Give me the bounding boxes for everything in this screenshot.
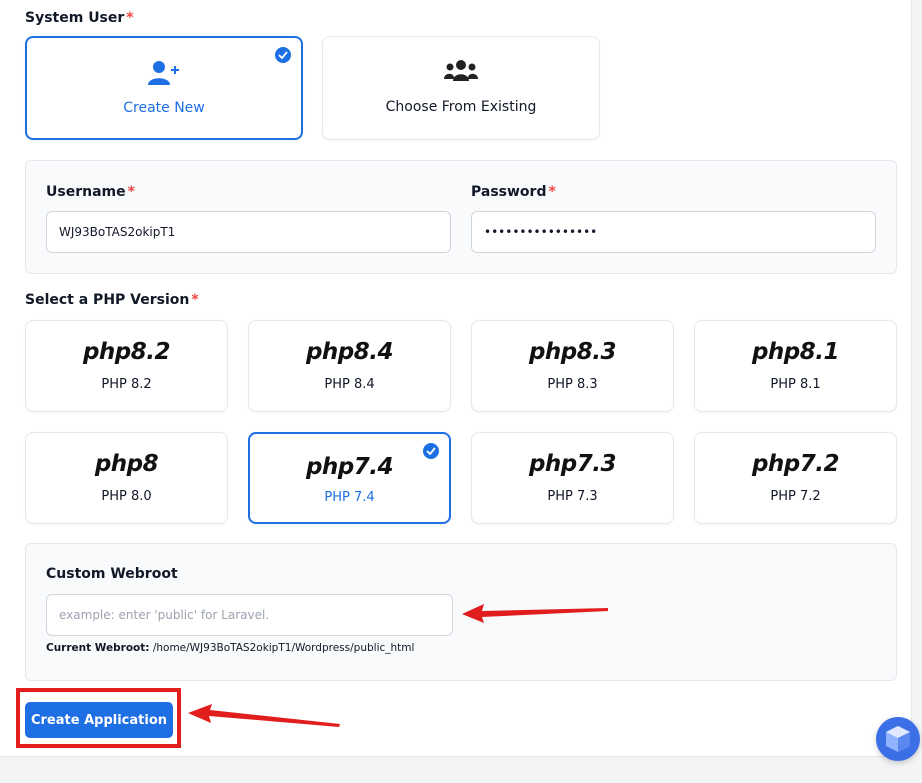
webroot-label: Custom Webroot xyxy=(46,566,178,582)
username-label: Username * xyxy=(46,184,135,200)
php-logo-suffix: .4 xyxy=(369,454,394,480)
php-version-option[interactable]: php8 PHP 8.0 xyxy=(25,432,228,524)
create-application-form: System User * Create New Choose From Exi… xyxy=(0,0,912,757)
php-logo-digit: 7 xyxy=(576,451,593,477)
php-logo: php7.3 xyxy=(472,451,673,477)
php-logo-digit: 8 xyxy=(799,339,816,365)
current-webroot-text: Current Webroot: /home/WJ93BoTAS2okipT1/… xyxy=(46,642,415,654)
help-chat-button[interactable] xyxy=(876,717,920,761)
php-logo: php8 xyxy=(26,451,227,477)
php-logo-suffix: .2 xyxy=(815,451,840,477)
php-logo-suffix: .1 xyxy=(815,339,840,365)
php-version-label: PHP 8.1 xyxy=(770,377,821,392)
php-logo: php7.2 xyxy=(695,451,896,477)
php-version-option[interactable]: php8.1 PHP 8.1 xyxy=(694,320,897,412)
username-input[interactable] xyxy=(46,211,451,253)
php-version-label: PHP 7.3 xyxy=(547,489,598,504)
annotation-arrow-webroot xyxy=(462,604,608,623)
php-logo-suffix: .3 xyxy=(592,451,617,477)
php-logo-digit: 7 xyxy=(799,451,816,477)
php-logo-digit: 7 xyxy=(353,454,370,480)
php-version-option[interactable]: php8.3 PHP 8.3 xyxy=(471,320,674,412)
credentials-panel: Username* Password* xyxy=(25,160,897,274)
users-icon xyxy=(444,59,478,87)
system-user-label: System User * xyxy=(25,10,134,26)
password-label: Password * xyxy=(471,184,556,200)
php-logo-suffix: .2 xyxy=(146,339,171,365)
php-logo-digit: 8 xyxy=(130,339,147,365)
cube-icon xyxy=(886,726,910,752)
php-logo: php8.4 xyxy=(249,339,450,365)
php-logo-prefix: php xyxy=(751,339,800,365)
php-logo-digit: 8 xyxy=(142,451,159,477)
php-version-label: PHP 7.2 xyxy=(770,489,821,504)
php-version-label: PHP 8.0 xyxy=(101,489,152,504)
webroot-input[interactable] xyxy=(46,594,453,636)
php-version-label: PHP 8.4 xyxy=(324,377,375,392)
php-logo-prefix: php xyxy=(82,339,131,365)
php-version-option[interactable]: php8.2 PHP 8.2 xyxy=(25,320,228,412)
php-version-option[interactable]: php8.4 PHP 8.4 xyxy=(248,320,451,412)
php-logo-prefix: php xyxy=(305,454,354,480)
selected-check-icon xyxy=(275,47,291,63)
php-version-option[interactable]: php7.2 PHP 7.2 xyxy=(694,432,897,524)
php-logo-digit: 8 xyxy=(576,339,593,365)
php-logo-prefix: php xyxy=(94,451,143,477)
php-version-label: PHP 8.3 xyxy=(547,377,598,392)
create-application-button[interactable]: Create Application xyxy=(25,702,173,738)
php-logo-digit: 8 xyxy=(353,339,370,365)
php-version-label: PHP 7.4 xyxy=(324,490,375,505)
create-new-label: Create New xyxy=(123,100,205,116)
php-logo: php8.2 xyxy=(26,339,227,365)
choose-existing-user-option[interactable]: Choose From Existing xyxy=(322,36,600,140)
php-logo: php7.4 xyxy=(250,454,449,480)
php-logo-suffix: .3 xyxy=(592,339,617,365)
php-version-label: PHP 8.2 xyxy=(101,377,152,392)
webroot-panel: Custom Webroot Current Webroot: /home/WJ… xyxy=(25,543,897,681)
choose-existing-label: Choose From Existing xyxy=(385,99,537,115)
user-plus-icon xyxy=(148,60,180,90)
password-input[interactable] xyxy=(471,211,876,253)
php-version-label: Select a PHP Version * xyxy=(25,292,199,308)
php-version-option[interactable]: php7.3 PHP 7.3 xyxy=(471,432,674,524)
php-logo: php8.3 xyxy=(472,339,673,365)
php-logo-prefix: php xyxy=(528,451,577,477)
php-logo-prefix: php xyxy=(751,451,800,477)
php-logo-prefix: php xyxy=(305,339,354,365)
create-new-user-option[interactable]: Create New xyxy=(25,36,303,140)
php-logo-suffix: .4 xyxy=(369,339,394,365)
annotation-arrow-create xyxy=(188,704,340,727)
php-logo-prefix: php xyxy=(528,339,577,365)
php-version-option[interactable]: php7.4 PHP 7.4 xyxy=(248,432,451,524)
php-logo: php8.1 xyxy=(695,339,896,365)
